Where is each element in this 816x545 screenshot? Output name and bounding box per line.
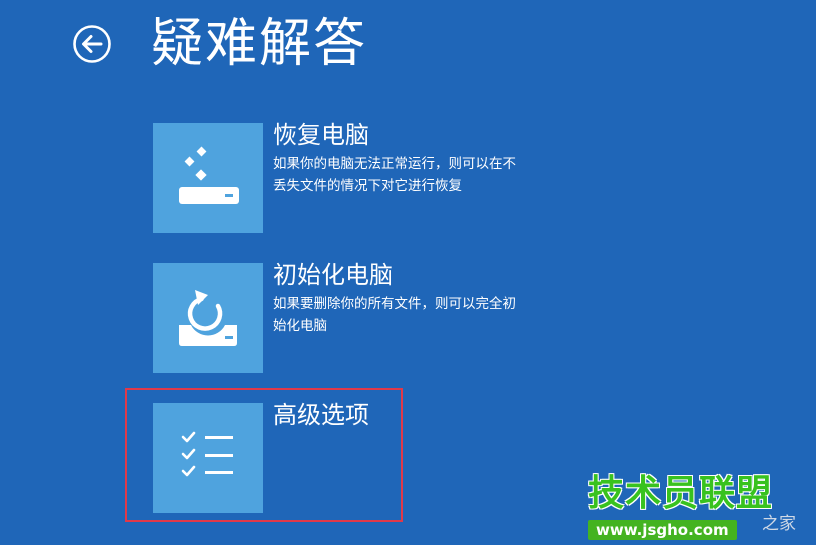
page-title: 疑难解答 [151, 14, 368, 74]
watermark-suffix: 之家 [762, 514, 796, 534]
watermark-url: www.jsgho.com [588, 520, 737, 540]
refresh-pc-icon [179, 146, 239, 204]
option-title: 初始化电脑 [273, 261, 393, 289]
option-description: 如果要删除你的所有文件，则可以完全初始化电脑 [273, 296, 516, 334]
highlight-box [125, 388, 403, 522]
option-description: 如果你的电脑无法正常运行，则可以在不丢失文件的情况下对它进行恢复 [273, 156, 516, 194]
option-tile [153, 123, 263, 233]
reset-pc-icon [179, 290, 237, 346]
option-refresh-pc[interactable]: 恢复电脑 如果你的电脑无法正常运行，则可以在不丢失文件的情况下对它进行恢复 [153, 121, 633, 233]
option-reset-pc[interactable]: 初始化电脑 如果要删除你的所有文件，则可以完全初始化电脑 [153, 261, 633, 373]
option-tile [153, 263, 263, 373]
back-arrow-icon [73, 25, 111, 63]
option-title: 恢复电脑 [273, 121, 369, 149]
watermark-logo: 技术员联盟 [588, 473, 774, 514]
back-button[interactable] [72, 24, 112, 64]
